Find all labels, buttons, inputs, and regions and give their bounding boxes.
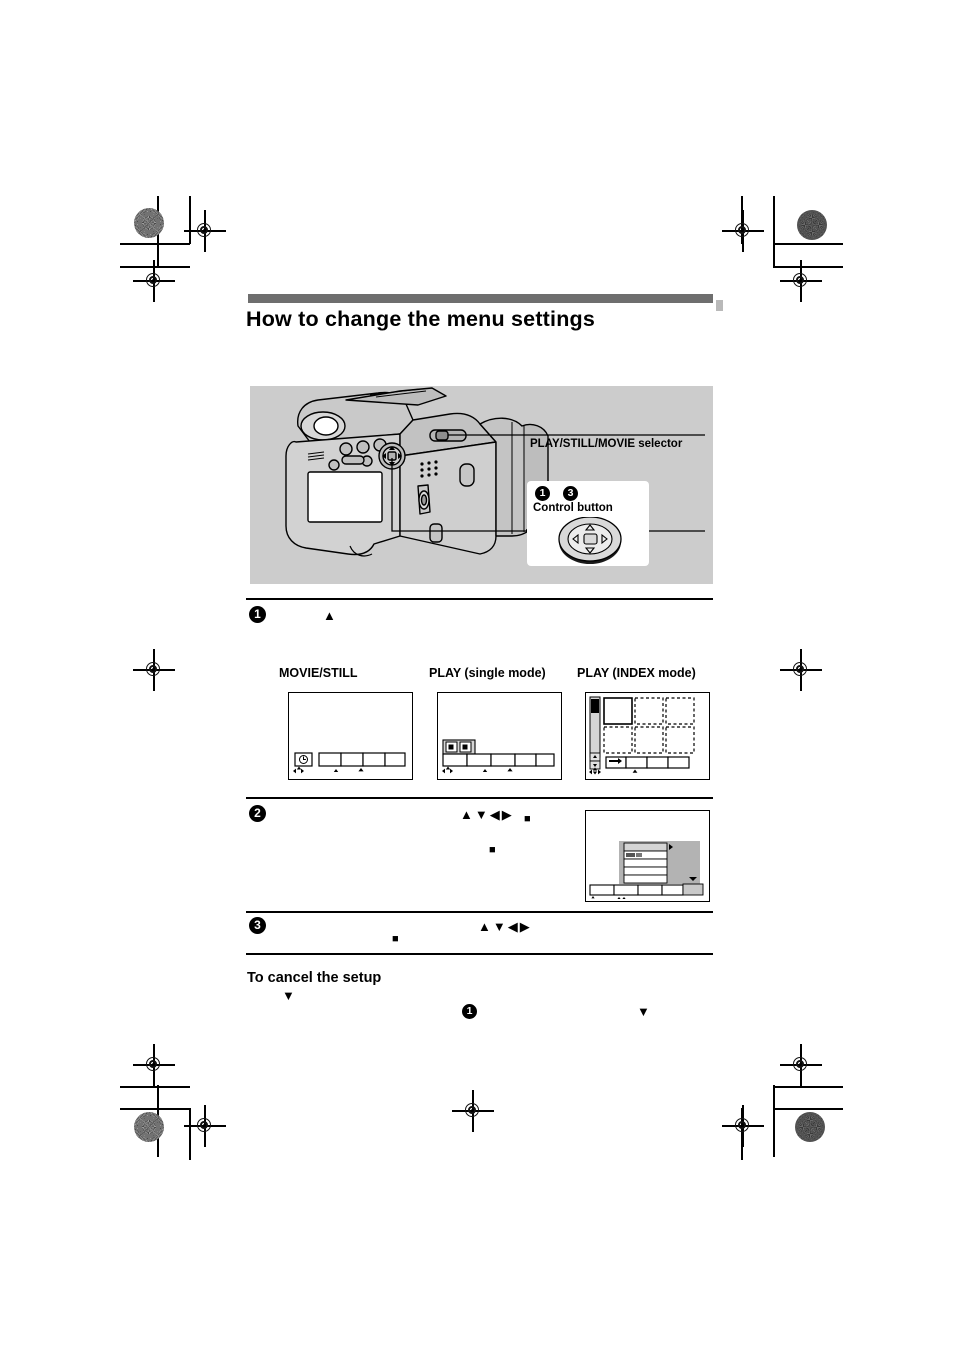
- step-divider: [246, 598, 713, 600]
- step-divider: [246, 797, 713, 799]
- screen-caption-play-index: PLAY (INDEX mode): [577, 666, 696, 680]
- play-index-osd: [589, 696, 695, 775]
- control-button-label: Control button: [533, 502, 613, 514]
- arrow-right-icon: ▶: [501, 807, 514, 822]
- arrow-up-icon: ▲: [478, 919, 493, 934]
- arrow-up-icon: ▲: [460, 807, 475, 822]
- movie-still-osd: [293, 752, 406, 774]
- step2-glyph-arrows: ▲▼◀▶: [460, 808, 514, 821]
- callout-step-marker-1: 1: [535, 486, 550, 501]
- cancel-step-marker-1: 1: [462, 1004, 477, 1019]
- screen-play-index: [585, 692, 710, 780]
- cancel-glyph-down-2: ▼: [637, 1004, 652, 1019]
- screen-menu-setup: [585, 810, 710, 902]
- arrow-down-icon: ▼: [474, 807, 490, 822]
- title-band: [248, 294, 713, 303]
- arrow-left-icon: ◀: [507, 919, 520, 934]
- screen-play-single: [437, 692, 562, 780]
- manual-page: How to change the menu settings PLAY/STI…: [0, 0, 954, 1351]
- callout-step-marker-3: 3: [563, 486, 578, 501]
- cancel-glyph-down-1: ▼: [282, 988, 297, 1003]
- step-divider: [246, 953, 713, 955]
- step-number-1: 1: [249, 606, 266, 623]
- step2-glyph-square-b: ■: [489, 844, 498, 856]
- control-button-callout: 1 3 Control button: [527, 481, 649, 566]
- arrow-left-icon: ◀: [489, 807, 502, 822]
- step-divider: [246, 911, 713, 913]
- play-single-osd: [442, 739, 555, 774]
- arrow-down-icon: ▼: [492, 919, 508, 934]
- step3-glyph-arrows: ▲▼◀▶: [478, 920, 532, 933]
- menu-setup-osd: [589, 841, 704, 899]
- step3-glyph-square: ■: [392, 933, 401, 945]
- step-number-2: 2: [249, 805, 266, 822]
- step-number-3: 3: [249, 917, 266, 934]
- control-button-diagram-icon: [558, 517, 622, 564]
- screen-caption-play-single: PLAY (single mode): [429, 666, 546, 680]
- page-title: How to change the menu settings: [246, 307, 596, 331]
- step2-glyph-square-a: ■: [524, 813, 533, 825]
- screen-movie-still: [288, 692, 413, 780]
- arrow-right-icon: ▶: [519, 919, 532, 934]
- step1-glyph-up: ▲: [323, 608, 338, 623]
- screen-caption-movie-still: MOVIE/STILL: [279, 666, 358, 680]
- playstillmovie-selector-label: PLAY/STILL/MOVIE selector: [530, 438, 683, 450]
- cancel-setup-heading: To cancel the setup: [247, 970, 382, 986]
